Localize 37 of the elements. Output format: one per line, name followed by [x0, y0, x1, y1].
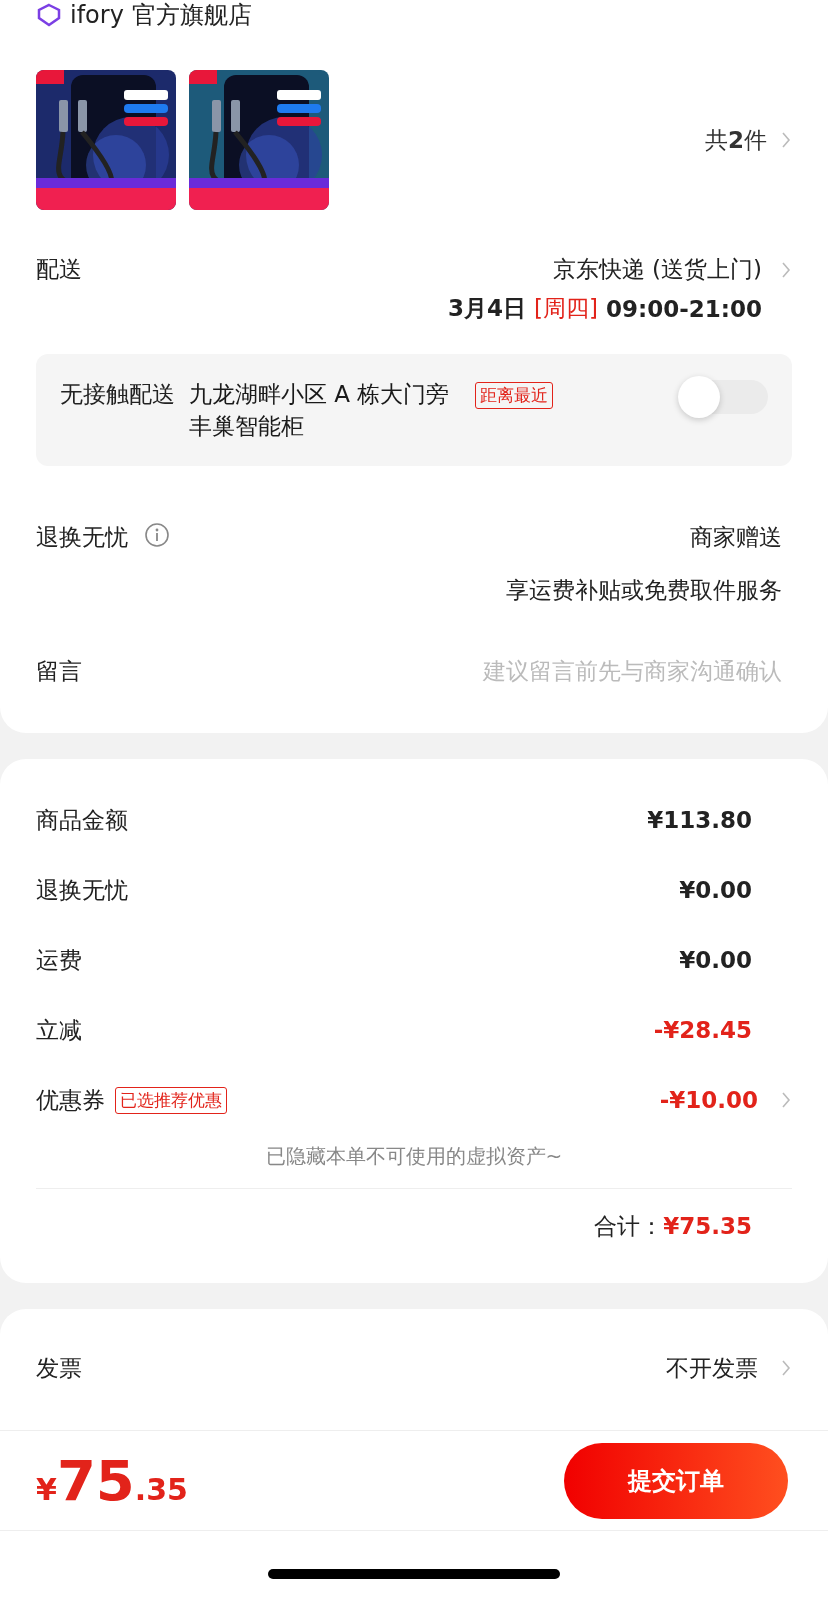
total-label: 合计： — [594, 1211, 664, 1241]
summary-label: 退换无忧 — [36, 875, 128, 905]
coupon-tag: 已选推荐优惠 — [115, 1086, 227, 1114]
summary-label: 立减 — [36, 1015, 82, 1045]
item-count[interactable]: 共2件 — [705, 124, 767, 156]
option-label: 发票 — [36, 1353, 82, 1383]
chevron-icon — [780, 130, 792, 150]
chevron-icon — [780, 1358, 792, 1378]
store-name[interactable]: ifory 官方旗舰店 — [70, 0, 252, 31]
summary-label: 商品金额 — [36, 805, 128, 835]
summary-value: ¥0.00 — [679, 877, 752, 903]
locker-address: 九龙湖畔小区 A 栋大门旁丰巢智能柜 — [189, 380, 451, 441]
delivery-time: 09:00-21:00 — [606, 295, 762, 322]
summary-label: 运费 — [36, 945, 82, 975]
nearest-tag: 距离最近 — [475, 382, 553, 409]
delivery-date: 3月4日 — [448, 294, 527, 323]
info-icon[interactable] — [144, 522, 170, 548]
returns-label: 退换无忧 — [36, 523, 128, 552]
delivery-carrier[interactable]: 京东快递 (送货上门) — [552, 254, 762, 285]
total-value: ¥75.35 — [663, 1213, 752, 1239]
hidden-assets-note[interactable]: 已隐藏本单不可使用的虚拟资产~ — [36, 1135, 792, 1189]
chevron-icon — [780, 1090, 792, 1110]
summary-value: -¥10.00 — [659, 1087, 758, 1113]
message-label: 留言 — [36, 657, 82, 686]
returns-detail: 享运费补贴或免费取件服务 — [506, 576, 782, 605]
option-value[interactable]: 不开发票 — [666, 1352, 758, 1384]
summary-label: 优惠券 — [36, 1085, 105, 1115]
summary-value: -¥28.45 — [653, 1017, 752, 1043]
summary-value: ¥113.80 — [647, 807, 752, 833]
shop-badge-icon — [36, 3, 62, 27]
contactless-label: 无接触配送 — [60, 380, 175, 409]
pay-amount: ¥75.35 — [36, 1448, 188, 1513]
returns-value: 商家赠送 — [690, 523, 782, 552]
summary-value: ¥0.00 — [679, 947, 752, 973]
submit-order-button[interactable]: 提交订单 — [564, 1442, 788, 1519]
delivery-label: 配送 — [36, 255, 82, 284]
delivery-weekday: [周四] — [534, 294, 599, 323]
